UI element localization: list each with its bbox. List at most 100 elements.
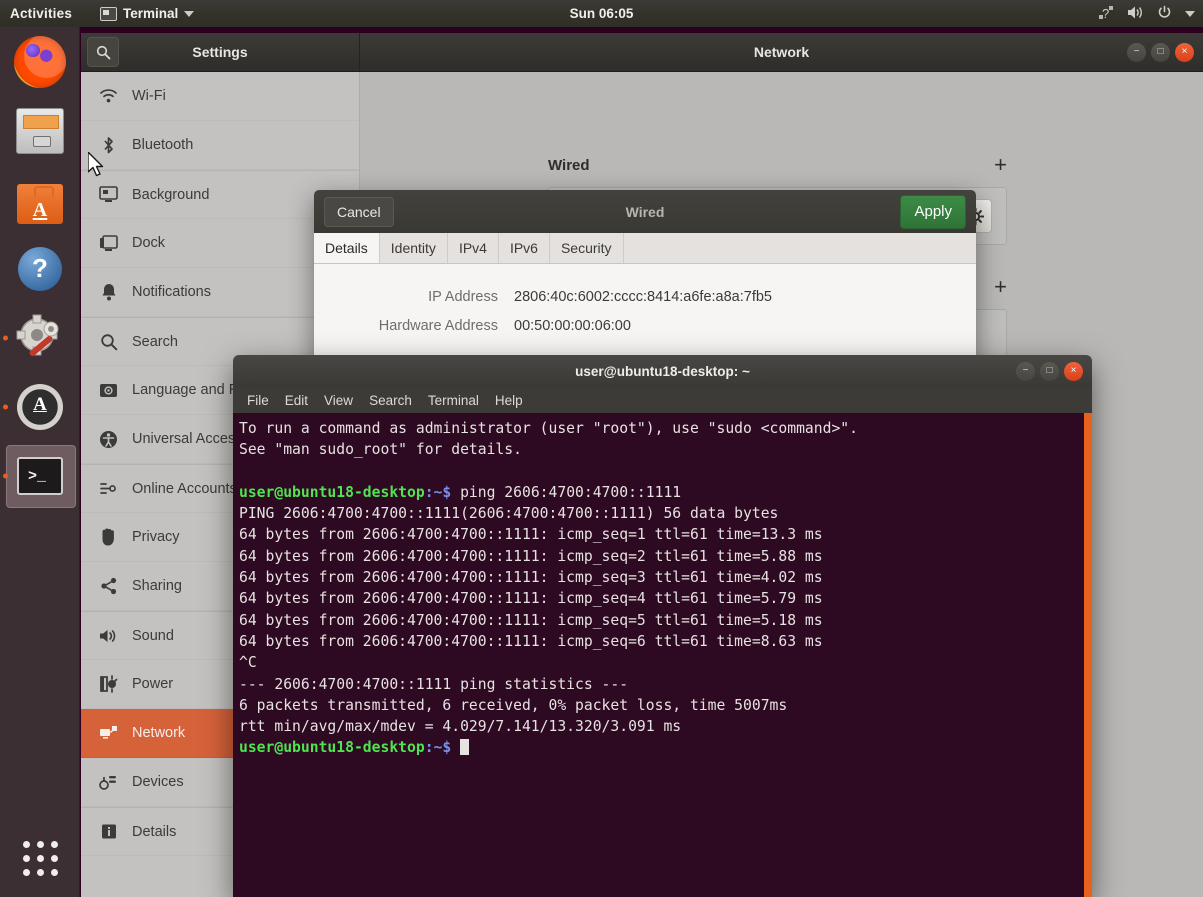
terminal-body[interactable]: To run a command as administrator (user … <box>233 413 1092 897</box>
apply-button[interactable]: Apply <box>900 195 966 229</box>
sidebar-item-label: Bluetooth <box>132 137 193 153</box>
app-menu-button[interactable]: Terminal <box>100 6 194 21</box>
detail-value: 2806:40c:6002:cccc:8414:a6fe:a8a:7fb5 <box>514 289 772 305</box>
mouse-cursor <box>88 152 107 185</box>
sidebar-item-label: Search <box>132 334 178 350</box>
terminal-prompt-user: user@ubuntu18-desktop <box>239 484 425 501</box>
section-title: Wired <box>548 157 590 174</box>
language-icon <box>99 381 118 400</box>
menu-help[interactable]: Help <box>495 393 523 408</box>
menu-search[interactable]: Search <box>369 393 412 408</box>
terminal-icon <box>17 457 63 495</box>
tab-ipv4[interactable]: IPv4 <box>448 233 499 263</box>
menu-terminal[interactable]: Terminal <box>428 393 479 408</box>
close-button[interactable]: × <box>1175 43 1194 62</box>
dock-item-software[interactable] <box>0 165 80 234</box>
window-controls: − □ × <box>1127 43 1194 62</box>
devices-icon <box>99 773 118 792</box>
terminal-line: 64 bytes from 2606:4700:4700::1111: icmp… <box>239 588 1092 609</box>
detail-value: 00:50:00:00:06:00 <box>514 318 631 334</box>
sidebar-item-label: Details <box>132 824 176 840</box>
dock-item-help[interactable]: ? <box>0 234 80 303</box>
minimize-button[interactable]: − <box>1127 43 1146 62</box>
info-icon <box>99 822 118 841</box>
add-secondary-button[interactable]: + <box>994 276 1007 298</box>
sidebar-item-label: Notifications <box>132 284 211 300</box>
terminal-line: 64 bytes from 2606:4700:4700::1111: icmp… <box>239 546 1092 567</box>
cancel-button[interactable]: Cancel <box>324 197 394 227</box>
terminal-icon <box>100 7 117 21</box>
sidebar-item-wifi[interactable]: Wi-Fi <box>81 72 359 121</box>
running-indicator-dot <box>3 404 8 409</box>
terminal-line: user@ubuntu18-desktop:~$ <box>239 737 1092 758</box>
dialog-tabs: Details Identity IPv4 IPv6 Security <box>314 233 976 264</box>
menu-file[interactable]: File <box>247 393 269 408</box>
settings-panel-header: Network − □ × <box>360 33 1203 71</box>
sidebar-item-label: Universal Access <box>132 431 242 447</box>
terminal-line: 6 packets transmitted, 6 received, 0% pa… <box>239 695 1092 716</box>
online-accounts-icon <box>99 479 118 498</box>
page-title: Network <box>360 44 1203 60</box>
terminal-menubar: File Edit View Search Terminal Help <box>233 387 1092 413</box>
activities-button[interactable]: Activities <box>10 6 72 21</box>
add-wired-button[interactable]: + <box>994 154 1007 176</box>
detail-row-ip-address: IP Address 2806:40c:6002:cccc:8414:a6fe:… <box>314 289 976 305</box>
terminal-line: 64 bytes from 2606:4700:4700::1111: icmp… <box>239 610 1092 631</box>
menu-edit[interactable]: Edit <box>285 393 308 408</box>
dock-item-files[interactable] <box>0 96 80 165</box>
chevron-down-icon <box>184 11 194 17</box>
terminal-scrollbar[interactable] <box>1084 413 1092 897</box>
chevron-down-icon[interactable] <box>1185 11 1195 17</box>
top-bar: Activities Terminal Sun 06:05 ? <box>0 0 1203 27</box>
sidebar-item-label: Sharing <box>132 578 182 594</box>
dock-item-terminal[interactable] <box>0 441 80 510</box>
sidebar-item-bluetooth[interactable]: Bluetooth <box>81 121 359 170</box>
tab-security[interactable]: Security <box>550 233 624 263</box>
network-icon <box>99 724 118 743</box>
sidebar-item-label: Wi-Fi <box>132 88 166 104</box>
sidebar-item-label: Privacy <box>132 529 180 545</box>
terminal-window-controls: − □ × <box>1016 362 1083 381</box>
maximize-button[interactable]: □ <box>1040 362 1059 381</box>
dock-item-settings[interactable] <box>0 303 80 372</box>
tab-details[interactable]: Details <box>314 233 380 263</box>
firefox-icon <box>14 36 66 88</box>
detail-row-hardware-address: Hardware Address 00:50:00:00:06:00 <box>314 318 976 334</box>
running-indicator-dot <box>3 335 8 340</box>
privacy-hand-icon <box>99 528 118 547</box>
sidebar-item-label: Dock <box>132 235 165 251</box>
terminal-title: user@ubuntu18-desktop: ~ <box>233 364 1092 379</box>
terminal-prompt-path: :~$ <box>425 484 452 501</box>
tab-identity[interactable]: Identity <box>380 233 448 263</box>
keyboard-input-icon[interactable]: ? <box>1098 5 1114 23</box>
volume-icon[interactable] <box>1127 5 1144 23</box>
terminal-line <box>239 461 1092 482</box>
terminal-titlebar: user@ubuntu18-desktop: ~ − □ × <box>233 355 1092 387</box>
svg-text:?: ? <box>1102 6 1109 20</box>
terminal-prompt-user: user@ubuntu18-desktop <box>239 739 425 756</box>
menu-view[interactable]: View <box>324 393 353 408</box>
status-indicators[interactable]: ? <box>1098 5 1195 23</box>
show-applications-button[interactable] <box>0 829 80 887</box>
power-plug-icon <box>99 675 118 694</box>
terminal-line: rtt min/avg/max/mdev = 4.029/7.141/13.32… <box>239 716 1092 737</box>
wired-section-header: Wired + <box>548 154 1007 176</box>
dock-item-firefox[interactable] <box>0 27 80 96</box>
dialog-title: Wired <box>314 204 976 220</box>
power-icon[interactable] <box>1157 5 1172 23</box>
terminal-line: 64 bytes from 2606:4700:4700::1111: icmp… <box>239 567 1092 588</box>
settings-icon <box>15 313 65 363</box>
close-button[interactable]: × <box>1064 362 1083 381</box>
minimize-button[interactable]: − <box>1016 362 1035 381</box>
bell-icon <box>99 283 118 302</box>
dock-item-software-updater[interactable] <box>0 372 80 441</box>
terminal-window: user@ubuntu18-desktop: ~ − □ × File Edit… <box>233 355 1092 897</box>
settings-titlebar: Settings Network − □ × <box>81 33 1203 72</box>
files-icon <box>16 108 64 154</box>
maximize-button[interactable]: □ <box>1151 43 1170 62</box>
terminal-output: To run a command as administrator (user … <box>236 418 1092 759</box>
sidebar-item-label: Power <box>132 676 173 692</box>
tab-ipv6[interactable]: IPv6 <box>499 233 550 263</box>
wifi-icon <box>99 87 118 106</box>
software-updater-icon <box>17 384 63 430</box>
